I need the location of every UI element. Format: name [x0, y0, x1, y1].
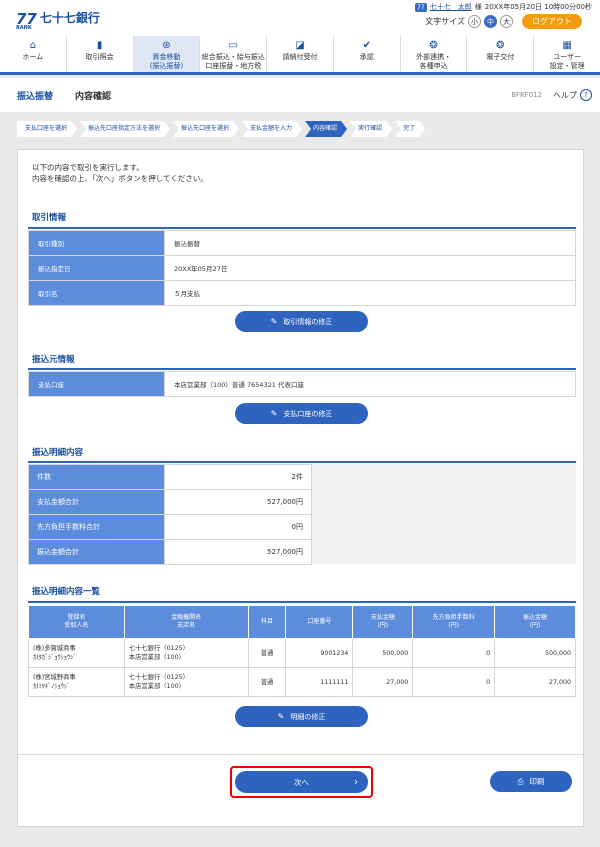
nav-user-admin[interactable]: ▦ ユーザー 設定・管理: [534, 36, 600, 72]
nav-transfer[interactable]: ⊛ 資金移動 (振込振替): [133, 36, 201, 72]
step-4: 支払金額を入力: [242, 121, 302, 137]
nav-payment[interactable]: ◪ 請納付受付: [267, 36, 334, 72]
request-icon: ◪: [295, 40, 305, 51]
table-row: 件数 2件: [28, 464, 312, 490]
summary-heading: 振込明細内容: [32, 448, 84, 458]
table-row: (株)宮城野商事 ｶ)ﾐﾔｷﾞﾉｼｮｳｼﾞ 七十七銀行（0125） 本店営業部（10…: [28, 667, 576, 697]
font-size-switcher: 文字サイズ 小 中 大 ログアウト: [425, 14, 582, 29]
section-title: 振込振替: [17, 91, 54, 102]
table-row: 取引種別 振込振替: [28, 230, 576, 256]
table-row: 振込指定日 20XX年05月27日: [28, 255, 576, 281]
pencil-icon: ✎: [277, 712, 285, 721]
step-1: 支払口座を選択: [17, 121, 77, 137]
table-row: 振込金額合計 527,000円: [28, 539, 312, 565]
trade-info-heading: 取引情報: [32, 213, 67, 223]
help-icon: ?: [580, 89, 592, 101]
home-icon: ⌂: [29, 40, 37, 51]
user-admin-icon: ▦: [562, 40, 572, 51]
chevron-right-icon: ›: [354, 776, 358, 788]
trade-info-rule: [28, 227, 576, 229]
document-icon: ▮: [96, 40, 103, 51]
global-nav: ⌂ ホーム ▮ 取引照会 ⊛ 資金移動 (振込振替) ▭ 総合振込・給与振込 口座振替・…: [0, 36, 600, 75]
user-badge-icon: 77: [415, 2, 427, 12]
source-info-table: 支払口座 本店営業部（100）普通 7654321 代表口座: [28, 371, 576, 397]
pencil-icon: ✎: [270, 409, 278, 418]
nav-delivery[interactable]: ❂ 電子交付: [467, 36, 535, 72]
step-3: 振込先口座を選択: [173, 121, 239, 137]
user-name[interactable]: 七十七 太郎: [430, 2, 472, 12]
font-size-label: 文字サイズ: [425, 17, 465, 26]
detail-list-rule: [28, 601, 576, 603]
source-info-rule: [28, 368, 576, 370]
summary-table: 件数 2件 支払金額合計 527,000円 先方負担手数料合計 0円 振込金額合計 52…: [28, 464, 312, 565]
summary-rule: [28, 461, 576, 463]
printer-icon: ⎙: [517, 776, 524, 786]
nav-external[interactable]: ❂ 外部連携・ 各種申込: [401, 36, 468, 72]
font-size-small-button[interactable]: 小: [468, 15, 481, 28]
content-card: 以下の内容で取引を実行します。 内容を確認の上、「次へ」ボタンを押してください。…: [17, 149, 584, 827]
print-button[interactable]: ⎙ 印刷: [490, 771, 572, 792]
detail-list-table: 登録名 受取人名 金融機関名 支店名 科目 口座番号 支払金額 (円) 先方負担…: [28, 605, 576, 697]
card-icon: ▭: [228, 40, 238, 51]
nav-approve[interactable]: ✔ 承認: [334, 36, 401, 72]
user-info: 77 七十七 太郎 様 20XX年05月20日 10時00分00秒: [415, 2, 592, 12]
step-7: 完了: [395, 121, 425, 137]
action-divider: [18, 754, 583, 755]
table-header-row: 登録名 受取人名 金融機関名 支店名 科目 口座番号 支払金額 (円) 先方負担…: [28, 605, 576, 639]
page-header: 振込振替 内容確認 BFKF012 ヘルプ?: [0, 78, 600, 112]
table-row: (株)多賀城商事 ｶ)ﾀｶﾞｼﾞｮｳｼｮｳｼﾞ 七十七銀行（0125） 本店営業部（…: [28, 638, 576, 668]
step-6: 実行確認: [350, 121, 392, 137]
source-info-heading: 振込元情報: [32, 355, 75, 365]
user-suffix: 様: [474, 3, 482, 11]
link-icon: ❂: [429, 40, 438, 51]
delivery-icon: ❂: [496, 40, 505, 51]
logout-button[interactable]: ログアウト: [522, 14, 582, 29]
edit-trade-info-button[interactable]: ✎ 取引情報の修正: [235, 311, 368, 332]
table-row: 取引名 ５月支払: [28, 280, 576, 306]
login-datetime: 20XX年05月20日 10時00分00秒: [484, 3, 592, 11]
table-row: 支払金額合計 527,000円: [28, 489, 312, 515]
next-button-highlight: 次へ ›: [230, 766, 373, 798]
screen-code: BFKF012: [511, 91, 542, 99]
step-5-current: 内容確認: [305, 121, 347, 137]
table-row: 支払口座 本店営業部（100）普通 7654321 代表口座: [28, 371, 576, 397]
trade-info-table: 取引種別 振込振替 振込指定日 20XX年05月27日 取引名 ５月支払: [28, 230, 576, 306]
font-size-medium-button[interactable]: 中: [484, 15, 497, 28]
next-button[interactable]: 次へ ›: [235, 771, 368, 793]
font-size-large-button[interactable]: 大: [500, 15, 513, 28]
help-link[interactable]: ヘルプ?: [553, 89, 592, 101]
intro-text: 以下の内容で取引を実行します。 内容を確認の上、「次へ」ボタンを押してください。: [32, 163, 208, 183]
edit-source-account-button[interactable]: ✎ 支払口座の修正: [235, 403, 368, 424]
page-title: 内容確認: [75, 91, 112, 102]
logo-bank-text: BANK: [16, 25, 32, 31]
header-bar: 77 BANK 七十七銀行 77 七十七 太郎 様 20XX年05月20日 10…: [0, 0, 600, 36]
nav-home[interactable]: ⌂ ホーム: [0, 36, 67, 72]
bank-name: 七十七銀行: [39, 11, 100, 25]
table-row: 先方負担手数料合計 0円: [28, 514, 312, 540]
edit-details-button[interactable]: ✎ 明細の修正: [235, 706, 368, 727]
nav-bulk-transfer[interactable]: ▭ 総合振込・給与振込 口座振替・地方税: [200, 36, 268, 72]
pencil-icon: ✎: [270, 317, 278, 326]
transfer-icon: ⊛: [162, 40, 171, 51]
summary-gray-area: [312, 464, 576, 564]
detail-list-heading: 振込明細内容一覧: [32, 587, 101, 597]
nav-inquiry[interactable]: ▮ 取引照会: [67, 36, 134, 72]
progress-steps: 支払口座を選択 振込先口座指定方法を選択 振込先口座を選択 支払金額を入力 内容…: [17, 121, 428, 137]
step-2: 振込先口座指定方法を選択: [80, 121, 170, 137]
bank-logo[interactable]: 77 BANK 七十七銀行: [16, 9, 100, 31]
approve-icon: ✔: [362, 40, 371, 51]
